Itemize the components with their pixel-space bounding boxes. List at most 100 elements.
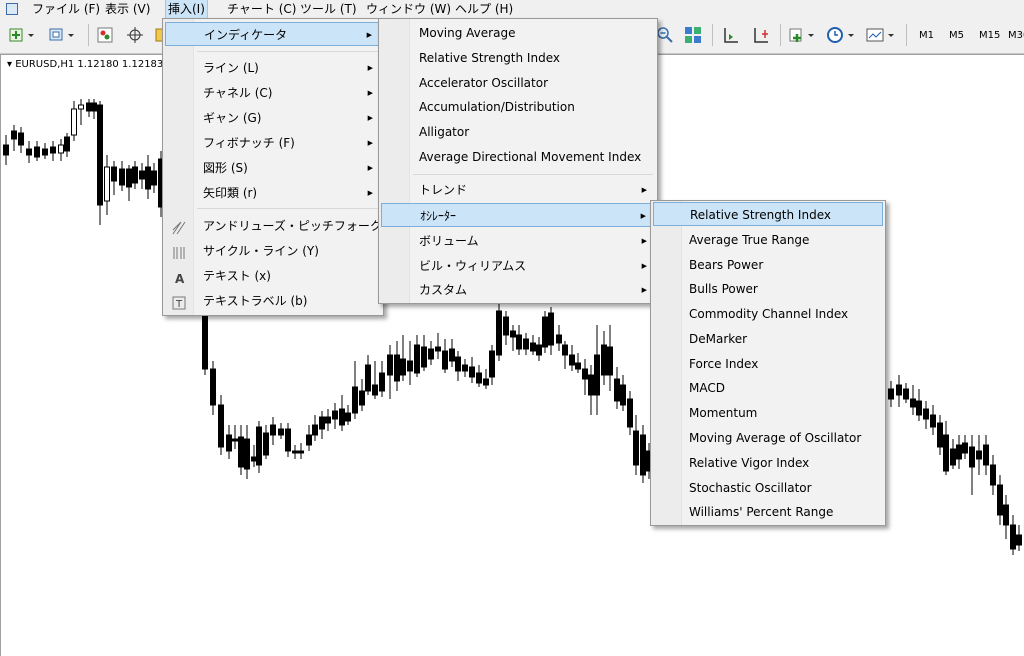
menu-item-label: Average Directional Movement Index: [419, 150, 642, 164]
indicators-menu-item-moving-average[interactable]: Moving Average: [381, 21, 655, 45]
indicators-menu-item-accumulation-distribution[interactable]: Accumulation/Distribution: [381, 95, 655, 119]
candle-body: [916, 400, 922, 416]
candle-body: [339, 408, 345, 426]
indicators-menu-item-10[interactable]: カスタム ▶: [381, 278, 655, 302]
market-watch-icon[interactable]: [96, 26, 114, 44]
menu-item-label: アンドリューズ・ピッチフォーク (A): [203, 219, 404, 233]
insert-menu-item-x[interactable]: A テキスト (x): [165, 264, 381, 288]
indicators-menu-item-alligator[interactable]: Alligator: [381, 120, 655, 144]
candle-body: [372, 384, 378, 396]
timeframe-m5[interactable]: M5: [949, 30, 964, 41]
indicators-menu-item-7[interactable]: ｵｼﾚｰﾀｰ ▶: [381, 203, 655, 227]
menu-item-label: インディケータ: [204, 28, 288, 42]
candle-body: [202, 314, 208, 370]
candle-body: [588, 374, 594, 396]
new-chart-icon[interactable]: [8, 26, 38, 44]
candle-body: [278, 428, 284, 436]
timeframe-m1[interactable]: M1: [919, 30, 934, 41]
insert-menu-item-a[interactable]: アンドリューズ・ピッチフォーク (A): [165, 214, 403, 238]
candle-body: [319, 416, 325, 430]
candle-body: [510, 330, 516, 338]
crosshair-icon[interactable]: [126, 26, 144, 44]
menu-view[interactable]: 表示 (V): [103, 0, 152, 18]
insert-menu-item-l[interactable]: ライン (L) ▶: [165, 56, 381, 80]
timeframe-m30[interactable]: M30: [1008, 30, 1024, 41]
indicators-menu-item-6[interactable]: トレンド ▶: [381, 178, 655, 202]
insert-menu-item-s[interactable]: 図形 (S) ▶: [165, 156, 381, 180]
indicators-menu-item-9[interactable]: ビル・ウィリアムス ▶: [381, 254, 655, 278]
profiles-icon[interactable]: [48, 26, 78, 44]
indicators-menu-item-8[interactable]: ボリューム ▶: [381, 229, 655, 253]
candle-body: [251, 456, 257, 462]
candle-body: [614, 378, 620, 402]
svg-text:A: A: [175, 272, 185, 285]
candle-body: [548, 312, 554, 346]
oscillators-menu-item-stochastic-oscillator[interactable]: Stochastic Oscillator: [653, 476, 883, 500]
insert-menu-item-b[interactable]: T テキストラベル (b): [165, 289, 381, 313]
candle-body: [530, 342, 536, 352]
candle-body: [91, 102, 97, 112]
candle-body: [575, 362, 581, 370]
insert-menu-item-f[interactable]: フィボナッチ (F) ▶: [165, 131, 381, 155]
menu-item-label: Williams' Percent Range: [689, 505, 834, 519]
chart-shift-icon[interactable]: [722, 26, 740, 44]
oscillators-menu-item-bears-power[interactable]: Bears Power: [653, 253, 883, 277]
oscillators-menu-item-bulls-power[interactable]: Bulls Power: [653, 277, 883, 301]
timeframe-m15[interactable]: M15: [979, 30, 1000, 41]
menu-charts[interactable]: チャート (C): [225, 0, 298, 18]
candle-body: [407, 360, 413, 372]
periodicity-icon[interactable]: [826, 26, 858, 44]
candle-body: [270, 424, 276, 436]
oscillators-menu-item-moving-average-of-oscillator[interactable]: Moving Average of Oscillator: [653, 426, 883, 450]
candle-body: [627, 398, 633, 428]
menu-window[interactable]: ウィンドウ (W): [364, 0, 453, 18]
menu-item-label: ボリューム: [419, 234, 479, 248]
zoom-out-icon[interactable]: [656, 26, 674, 44]
oscillators-menu-item-momentum[interactable]: Momentum: [653, 401, 883, 425]
tile-windows-icon[interactable]: [684, 26, 702, 44]
indicators-submenu: Moving Average Relative Strength Index Acc…: [378, 18, 658, 304]
insert-menu-item-r[interactable]: 矢印類 (r) ▶: [165, 181, 381, 205]
oscillators-menu-item-force-index[interactable]: Force Index: [653, 352, 883, 376]
toolbar-separator: [88, 24, 89, 46]
insert-menu-item-0[interactable]: インディケータ ▶: [165, 22, 381, 46]
indicators-menu-item-accelerator-oscillator[interactable]: Accelerator Oscillator: [381, 71, 655, 95]
indicators-menu-item-relative-strength-index[interactable]: Relative Strength Index: [381, 46, 655, 70]
indicators-icon[interactable]: [788, 26, 818, 44]
candle-body: [601, 344, 607, 376]
candle-body: [263, 432, 269, 456]
submenu-arrow-icon: ▶: [367, 64, 373, 72]
oscillators-menu-item-relative-strength-index[interactable]: Relative Strength Index: [653, 202, 883, 226]
auto-scroll-icon[interactable]: [752, 26, 770, 44]
candle-body: [365, 364, 371, 392]
submenu-arrow-icon: ▶: [641, 286, 647, 294]
menu-insert[interactable]: 挿入(I): [165, 0, 208, 19]
candle-body: [78, 104, 84, 110]
indicators-menu-item-average-directional-movement-index[interactable]: Average Directional Movement Index: [381, 145, 655, 169]
oscillators-menu-item-relative-vigor-index[interactable]: Relative Vigor Index: [653, 451, 883, 475]
oscillators-menu-item-williams-percent-range[interactable]: Williams' Percent Range: [653, 500, 883, 524]
candle-body: [462, 364, 468, 372]
menu-tools[interactable]: ツール (T): [298, 0, 359, 18]
menu-separator: [197, 208, 379, 209]
insert-menu-item-g[interactable]: ギャン (G) ▶: [165, 106, 381, 130]
oscillators-menu-item-macd[interactable]: MACD: [653, 376, 883, 400]
menu-help[interactable]: ヘルプ (H): [453, 0, 515, 18]
menu-separator: [413, 174, 653, 175]
candle-body: [428, 348, 434, 360]
oscillators-menu-item-demarker[interactable]: DeMarker: [653, 327, 883, 351]
candle-body: [483, 378, 489, 386]
candle-body: [990, 464, 996, 486]
candle-body: [469, 366, 475, 378]
toolbar-separator: [712, 24, 713, 46]
oscillators-menu-item-commodity-channel-index[interactable]: Commodity Channel Index: [653, 302, 883, 326]
insert-menu-item-c[interactable]: チャネル (C) ▶: [165, 81, 381, 105]
menu-file[interactable]: ファイル (F): [30, 0, 102, 18]
templates-icon[interactable]: [866, 26, 898, 44]
candle-body: [449, 348, 455, 362]
insert-menu-item-y[interactable]: サイクル・ライン (Y): [165, 239, 381, 263]
candle-body: [476, 372, 482, 384]
oscillators-menu-item-average-true-range[interactable]: Average True Range: [653, 228, 883, 252]
candle-body: [582, 368, 588, 380]
menu-item-label: ギャン (G): [203, 111, 262, 125]
